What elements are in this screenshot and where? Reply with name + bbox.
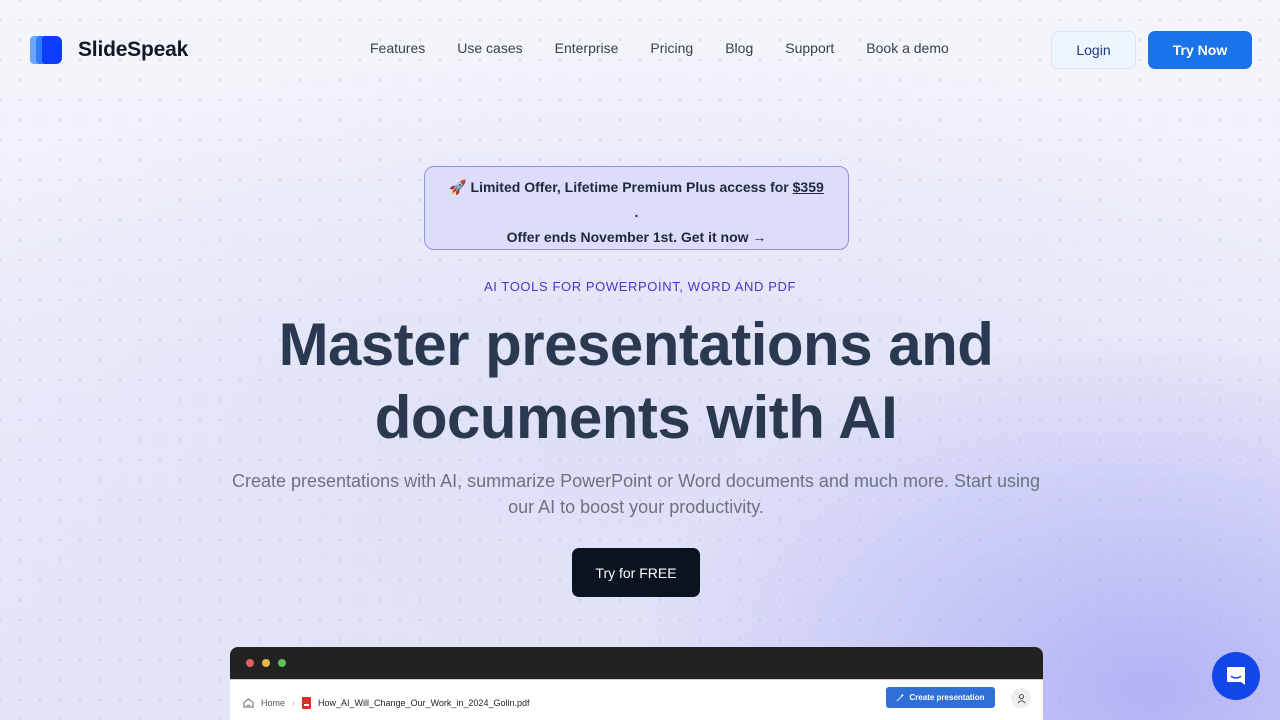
app-preview-window: Home › How_AI_Will_Change_Our_Work_in_20… xyxy=(230,647,1043,720)
top-navigation: SlideSpeak Features Use cases Enterprise… xyxy=(0,0,1280,98)
slides-stack-icon xyxy=(28,34,64,66)
magic-wand-icon xyxy=(897,693,905,702)
chevron-right-icon: › xyxy=(292,698,296,708)
main-menu: Features Use cases Enterprise Pricing Bl… xyxy=(370,40,981,56)
hero-subtitle: Create presentations with AI, summarize … xyxy=(231,471,1041,517)
chat-support-button[interactable] xyxy=(1212,652,1260,700)
nav-link-use-cases[interactable]: Use cases xyxy=(457,40,522,56)
window-titlebar xyxy=(230,647,1043,680)
person-icon xyxy=(1016,693,1026,703)
home-icon xyxy=(243,698,254,708)
promo-line-3[interactable]: Offer ends November 1st. Get it now → xyxy=(425,225,848,250)
promo-price-link[interactable]: $359 xyxy=(793,179,824,195)
logo[interactable]: SlideSpeak xyxy=(28,34,188,66)
hero-headline: Master presentations and documents with … xyxy=(0,308,1272,454)
nav-link-features[interactable]: Features xyxy=(370,40,425,56)
promo-line-2: . xyxy=(634,204,639,220)
user-avatar-icon[interactable] xyxy=(1011,688,1031,708)
headline-line-1: Master presentations and xyxy=(278,311,994,378)
pdf-file-icon xyxy=(302,697,312,709)
brand-name: SlideSpeak xyxy=(78,38,189,61)
nav-link-support[interactable]: Support xyxy=(785,40,834,56)
promo-banner[interactable]: 🚀 Limited Offer, Lifetime Premium Plus a… xyxy=(424,166,849,250)
nav-link-pricing[interactable]: Pricing xyxy=(650,40,693,56)
chat-bubble-icon xyxy=(1227,667,1245,685)
nav-link-book-demo[interactable]: Book a demo xyxy=(866,40,949,56)
breadcrumb-file-name: How_AI_Will_Change_Our_Work_in_2024_Goli… xyxy=(318,698,530,708)
hero-eyebrow: AI TOOLS FOR POWERPOINT, WORD AND PDF xyxy=(483,279,797,294)
create-presentation-button[interactable]: Create presentation xyxy=(886,687,995,708)
nav-link-blog[interactable]: Blog xyxy=(725,40,753,56)
promo-text: Limited Offer, Lifetime Premium Plus acc… xyxy=(470,179,793,195)
window-minimize-dot xyxy=(262,659,270,667)
create-presentation-label: Create presentation xyxy=(909,693,985,702)
promo-line-1: 🚀 Limited Offer, Lifetime Premium Plus a… xyxy=(425,175,848,200)
login-button[interactable]: Login xyxy=(1051,31,1136,69)
rocket-icon: 🚀 xyxy=(449,179,467,195)
breadcrumb-home[interactable]: Home xyxy=(261,698,285,708)
try-now-button[interactable]: Try Now xyxy=(1148,31,1252,69)
window-maximize-dot xyxy=(278,659,286,667)
window-close-dot xyxy=(246,659,254,667)
headline-line-2: documents with AI xyxy=(374,384,898,451)
window-content: Home › How_AI_Will_Change_Our_Work_in_20… xyxy=(230,680,1043,720)
breadcrumb: Home › How_AI_Will_Change_Our_Work_in_20… xyxy=(243,697,529,709)
try-for-free-button[interactable]: Try for FREE xyxy=(572,548,700,597)
nav-link-enterprise[interactable]: Enterprise xyxy=(555,40,619,56)
